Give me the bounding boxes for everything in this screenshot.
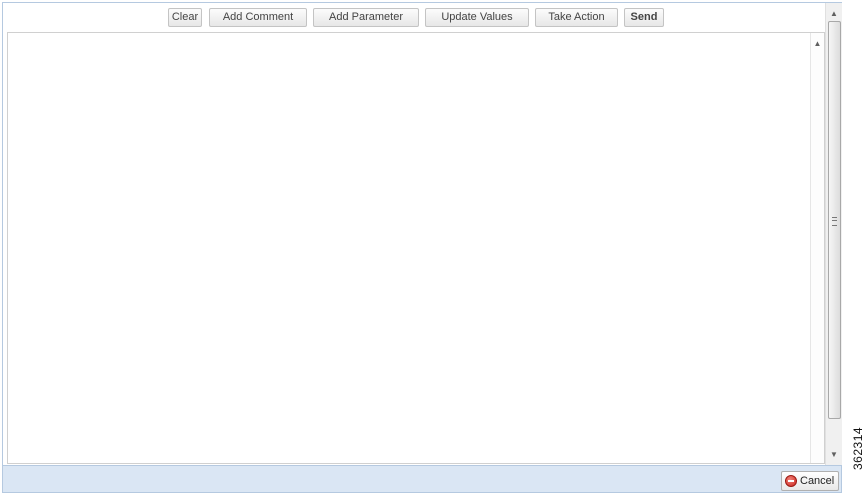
send-button[interactable]: Send <box>624 8 664 27</box>
dialog-footer: Cancel <box>3 465 841 492</box>
dialog-scrollbar[interactable]: ▲ ▼ <box>825 3 842 465</box>
grip-icon <box>832 217 837 226</box>
add-comment-button[interactable]: Add Comment <box>209 8 307 27</box>
scrollbar-thumb[interactable] <box>828 21 841 419</box>
message-editor[interactable]: ▲ <box>7 32 825 464</box>
arrow-up-icon[interactable]: ▲ <box>811 39 824 49</box>
editor-scrollbar[interactable]: ▲ <box>810 33 824 463</box>
clear-button[interactable]: Clear <box>168 8 202 27</box>
take-action-button[interactable]: Take Action <box>535 8 618 27</box>
add-parameter-button[interactable]: Add Parameter <box>313 8 419 27</box>
toolbar: Clear Add Comment Add Parameter Update V… <box>3 3 823 33</box>
cancel-label: Cancel <box>800 475 835 487</box>
figure-id: 362314 <box>851 426 865 470</box>
cancel-circle-icon <box>785 475 797 487</box>
message-dialog: Clear Add Comment Add Parameter Update V… <box>2 2 842 493</box>
arrow-down-icon[interactable]: ▼ <box>826 450 842 460</box>
cancel-button[interactable]: Cancel <box>781 471 839 491</box>
arrow-up-icon[interactable]: ▲ <box>826 9 842 19</box>
update-values-button[interactable]: Update Values <box>425 8 529 27</box>
